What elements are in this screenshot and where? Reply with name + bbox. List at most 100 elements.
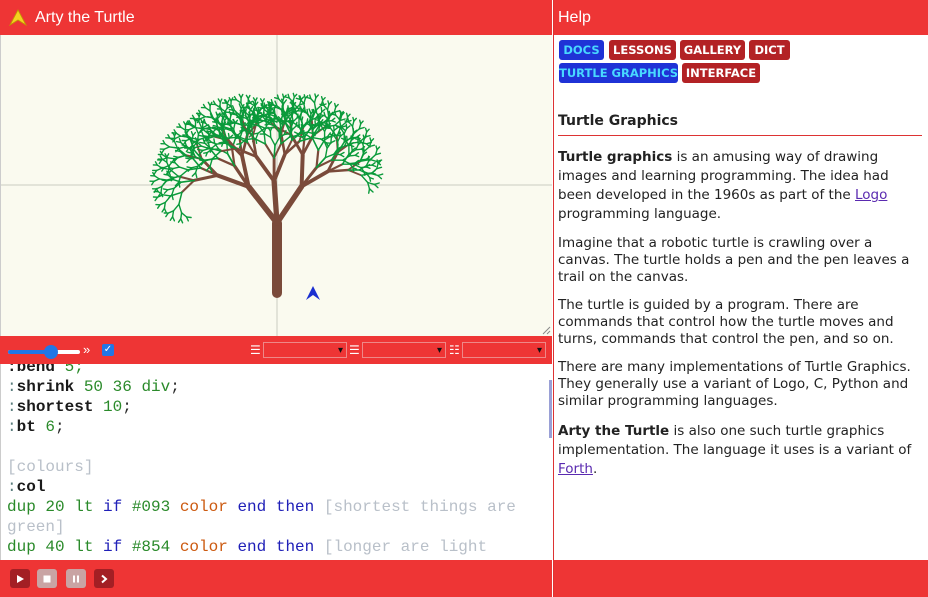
step-button[interactable] [94, 569, 114, 588]
code-line: green] [7, 517, 547, 537]
stop-icon [43, 575, 51, 582]
tree-branch [203, 151, 209, 154]
tab-interface[interactable]: INTERFACE [682, 63, 760, 83]
tree-branch [301, 116, 304, 122]
tree-branch [198, 159, 206, 162]
code-token: div [141, 378, 171, 396]
run-button[interactable] [10, 569, 30, 588]
tree-branch [339, 123, 342, 130]
code-token: 50 36 [74, 378, 142, 396]
words-select[interactable]: ▾ [362, 342, 446, 358]
paragraph-intro: Turtle graphics is an amusing way of dra… [558, 148, 922, 224]
tree-branch [300, 96, 305, 101]
tree-branch [153, 178, 161, 183]
list-icon: ☰ [250, 343, 261, 357]
definitions-select[interactable]: ▾ [263, 342, 347, 358]
paragraph-implementations: There are many implementations of Turtle… [558, 359, 911, 409]
step-icon [101, 574, 108, 583]
paragraph-program: The turtle is guided by a program. There… [558, 297, 894, 347]
tree-branch [306, 108, 309, 115]
tree-branch [344, 135, 347, 142]
tree-branch [178, 191, 183, 206]
code-token: [longer are light [314, 538, 488, 556]
tree-branch [166, 153, 170, 158]
tree-branch [313, 97, 317, 104]
logo-link[interactable]: Logo [855, 187, 887, 203]
tree-branch [360, 166, 368, 169]
tree-branch [335, 114, 341, 121]
examples-select[interactable]: ▾ [462, 342, 546, 358]
code-token: if [103, 538, 123, 556]
stop-button[interactable] [37, 569, 57, 588]
forth-link[interactable]: Forth [558, 461, 593, 477]
code-token: if [103, 498, 123, 516]
tree-branch [337, 135, 341, 143]
code-token: col [16, 478, 46, 496]
tree-branch [283, 133, 289, 136]
play-icon [17, 574, 24, 583]
tree-branch [346, 113, 351, 118]
resize-handle-icon[interactable] [541, 325, 551, 335]
code-line: [colours] [7, 457, 547, 477]
tree-branch [261, 98, 265, 103]
paragraph-text: programming language. [558, 206, 722, 222]
tree-branch [192, 131, 197, 137]
arty-logo-icon [9, 8, 27, 26]
tree-branch [163, 146, 171, 150]
tree-branch [349, 162, 356, 165]
tree-branch [219, 147, 238, 153]
help-body: DOCS LESSONS GALLERY DICT TURTLE GRAPHIC… [554, 35, 928, 560]
tree-branch [346, 137, 351, 142]
tree-branch [293, 93, 298, 98]
tree-branch [322, 97, 326, 102]
speed-slider-thumb[interactable] [44, 345, 59, 359]
auto-run-checkbox[interactable]: ✓ [102, 344, 114, 356]
code-token: [shortest things are [314, 498, 516, 516]
code-token: ; [170, 378, 180, 396]
tree-branch [347, 117, 350, 123]
code-token: 10 [93, 398, 123, 416]
list-icon: ☰ [349, 343, 360, 357]
tree-branch [186, 166, 193, 169]
tree-branch [185, 157, 191, 160]
code-token: : [7, 418, 17, 436]
tab-docs[interactable]: DOCS [559, 40, 604, 60]
code-editor[interactable]: :bend 5;:shrink 50 36 div;:shortest 10;:… [0, 364, 552, 560]
code-token: [colours] [7, 458, 94, 476]
tree-branch [173, 155, 179, 159]
tree-branch [254, 154, 277, 184]
tab-gallery[interactable]: GALLERY [680, 40, 745, 60]
turtle-canvas[interactable] [0, 35, 552, 336]
chevron-down-icon: ▾ [536, 345, 542, 356]
tree-branch [303, 97, 306, 105]
code-token: green] [7, 518, 65, 536]
code-token: #093 [122, 498, 180, 516]
code-token: #854 [122, 538, 180, 556]
tree-branch [169, 216, 174, 222]
tab-turtle-graphics[interactable]: TURTLE GRAPHICS [559, 63, 678, 83]
tree-branch [272, 116, 276, 122]
tree-branch [210, 141, 218, 145]
code-token: 6 [35, 418, 56, 436]
tree-branch [169, 175, 176, 179]
tree-branch [239, 114, 242, 121]
tree-branch [226, 99, 230, 104]
tree-branch [188, 126, 195, 131]
pause-button[interactable] [66, 569, 86, 588]
tab-lessons[interactable]: LESSONS [609, 40, 676, 60]
editor-scrollbar[interactable] [549, 380, 552, 438]
code-token: color [179, 538, 228, 556]
tree-branch [366, 128, 370, 133]
tree-branch [240, 93, 244, 99]
tab-dict[interactable]: DICT [749, 40, 790, 60]
speed-slider[interactable] [8, 345, 80, 359]
speed-label: » [83, 342, 91, 357]
tree-branch [162, 194, 172, 197]
tree-branch [339, 133, 345, 137]
tree-branch [227, 136, 238, 139]
code-token: color [179, 498, 228, 516]
tree-branch [292, 117, 298, 123]
tree-branch [190, 145, 196, 149]
pause-icon [73, 575, 79, 582]
